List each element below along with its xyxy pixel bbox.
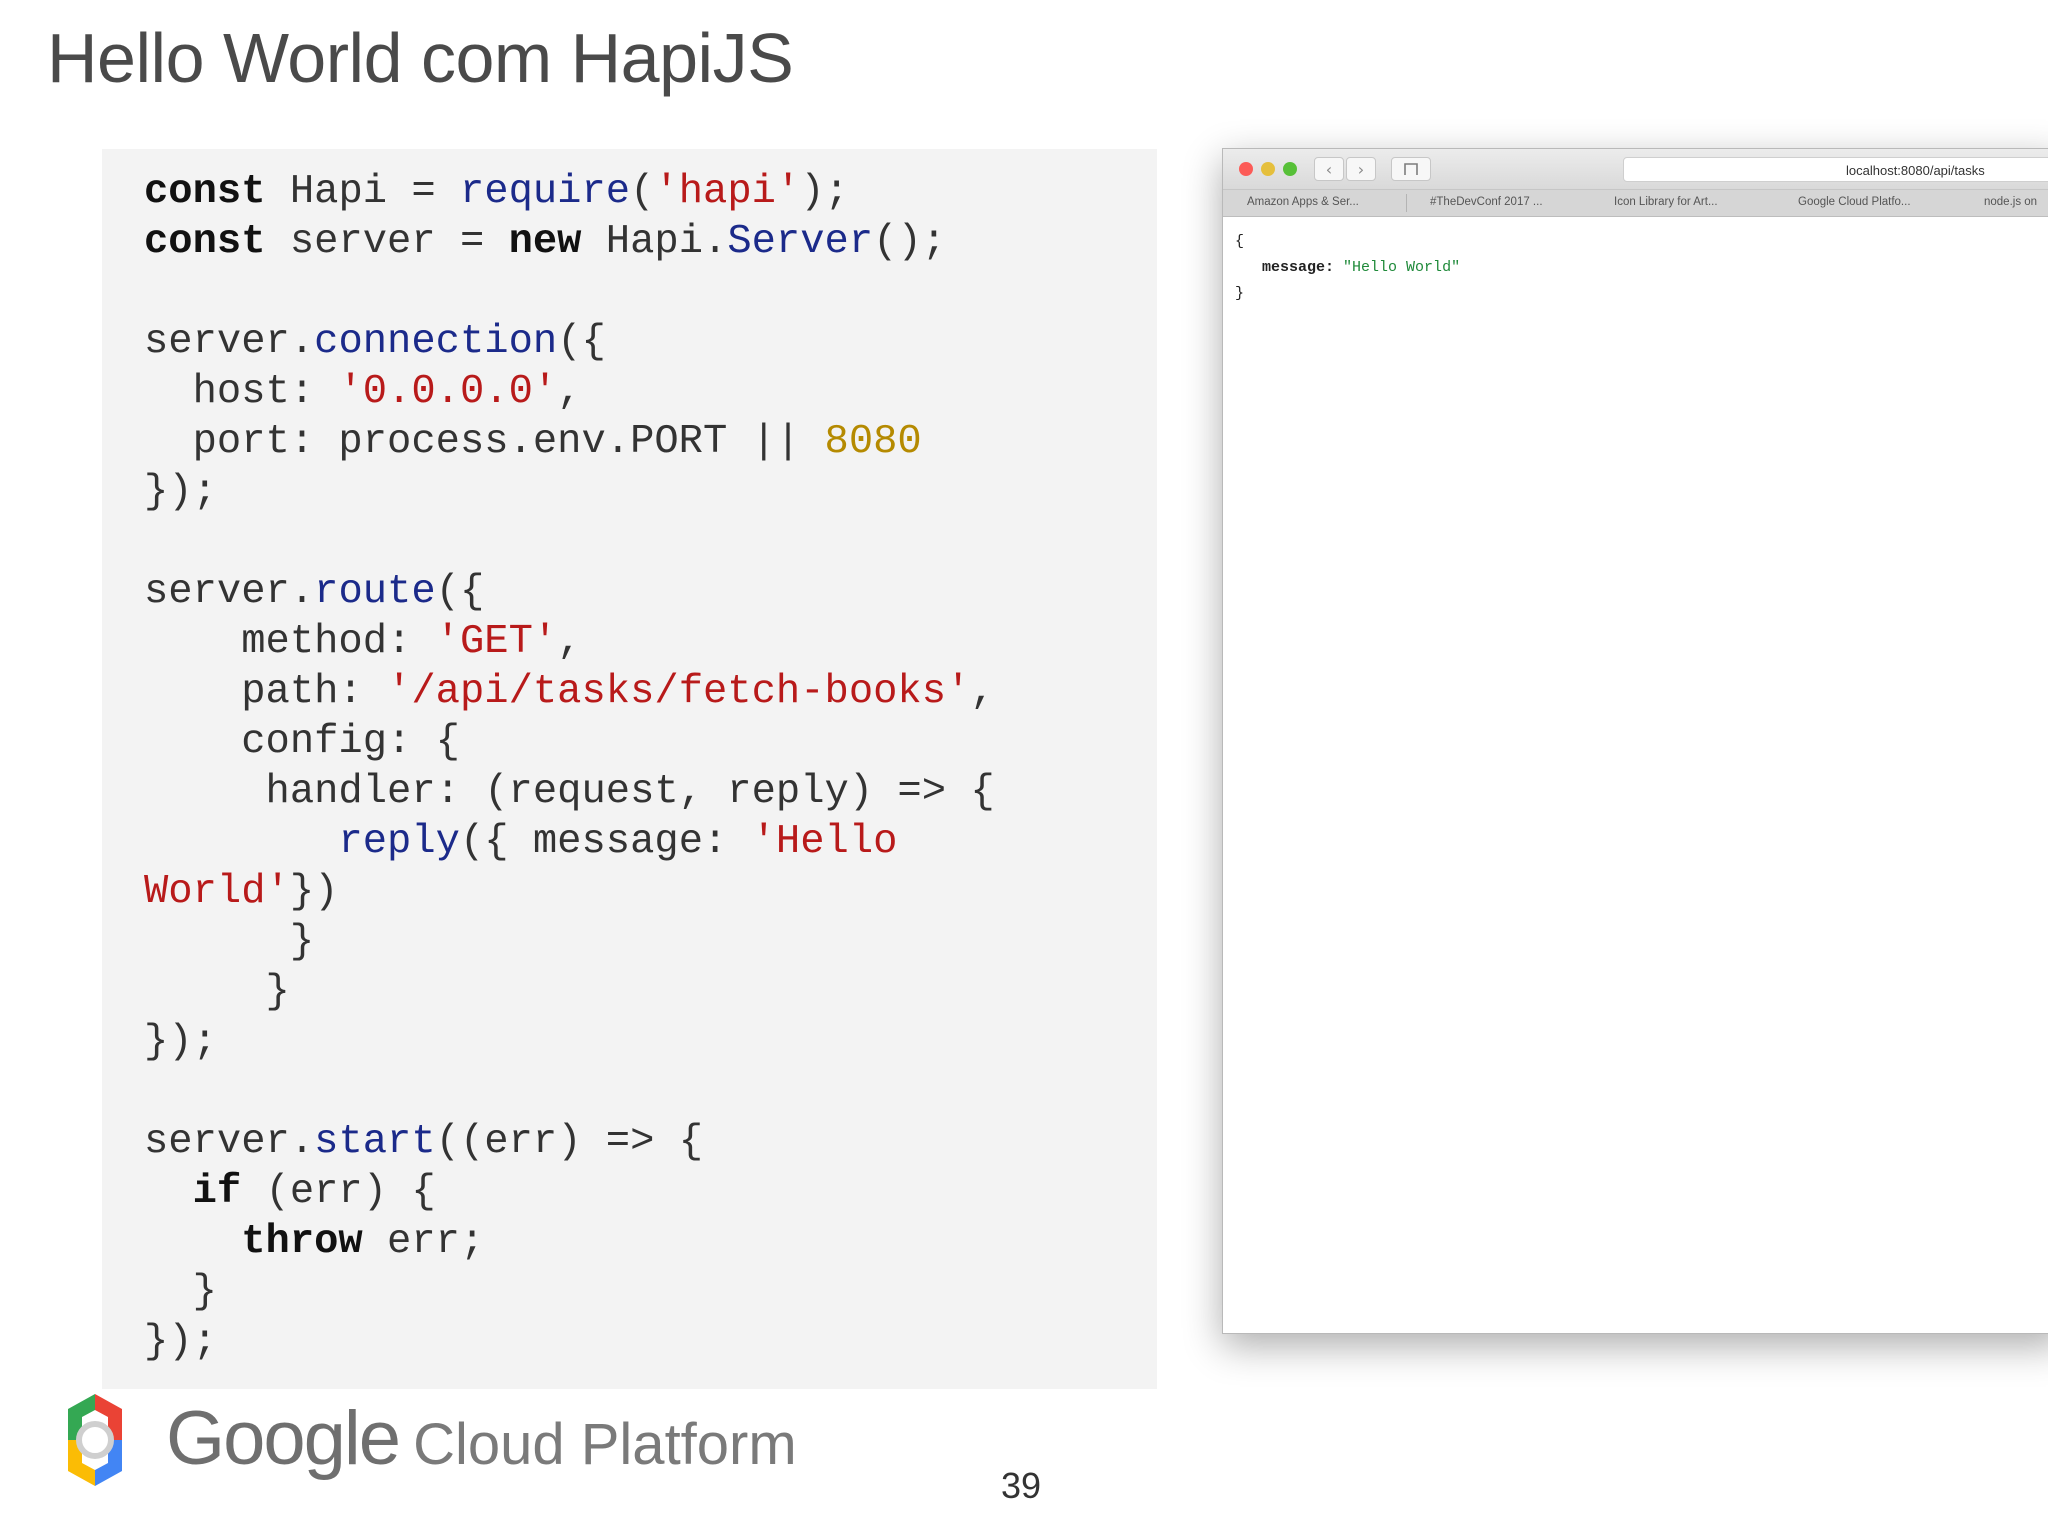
json-key: message:: [1262, 259, 1335, 276]
json-response: { message: "Hello World" }: [1235, 229, 1460, 307]
json-value: "Hello World": [1343, 259, 1461, 276]
brand-google: Google: [166, 1396, 401, 1481]
google-cloud-logo: [40, 1390, 150, 1490]
browser-titlebar: ‹ › localhost:8080/api/tasks: [1223, 149, 2048, 190]
chevron-left-icon: ‹: [1325, 159, 1333, 179]
back-button[interactable]: ‹: [1314, 157, 1344, 181]
slide-title: Hello World com HapiJS: [47, 19, 794, 97]
sidebar-toggle-button[interactable]: [1391, 157, 1431, 181]
bookmark-item[interactable]: #TheDevConf 2017 ...: [1430, 196, 1543, 208]
bookmark-item[interactable]: Icon Library for Art...: [1614, 196, 1718, 208]
bookmark-item[interactable]: node.js on: [1984, 196, 2037, 208]
address-text: localhost:8080/api/tasks: [1846, 163, 1985, 178]
bookmarks-bar: Amazon Apps & Ser... #TheDevConf 2017 ..…: [1223, 190, 2048, 217]
code-panel: const Hapi = require('hapi'); const serv…: [102, 149, 1157, 1389]
page-number: 39: [1001, 1465, 1042, 1506]
sidebar-icon: [1404, 163, 1418, 175]
maximize-window-button[interactable]: [1283, 162, 1297, 176]
chevron-right-icon: ›: [1357, 159, 1365, 179]
json-open-brace: {: [1235, 233, 1245, 250]
bookmark-item[interactable]: Amazon Apps & Ser...: [1247, 196, 1359, 208]
forward-button[interactable]: ›: [1346, 157, 1376, 181]
brand-cloud-platform: Cloud Platform: [413, 1412, 797, 1477]
google-cloud-hexagon-icon: [68, 1394, 122, 1486]
address-bar[interactable]: localhost:8080/api/tasks: [1623, 157, 2048, 182]
brand-wordmark: Google Cloud Platform: [166, 1395, 797, 1482]
json-close-brace: }: [1235, 285, 1245, 302]
close-window-button[interactable]: [1239, 162, 1253, 176]
browser-window: ‹ › localhost:8080/api/tasks Amazon Apps…: [1222, 148, 2048, 1334]
bookmark-item[interactable]: Google Cloud Platfo...: [1798, 196, 1911, 208]
bookmark-separator: [1406, 194, 1407, 212]
code-block: const Hapi = require('hapi'); const serv…: [144, 169, 995, 1365]
minimize-window-button[interactable]: [1261, 162, 1275, 176]
